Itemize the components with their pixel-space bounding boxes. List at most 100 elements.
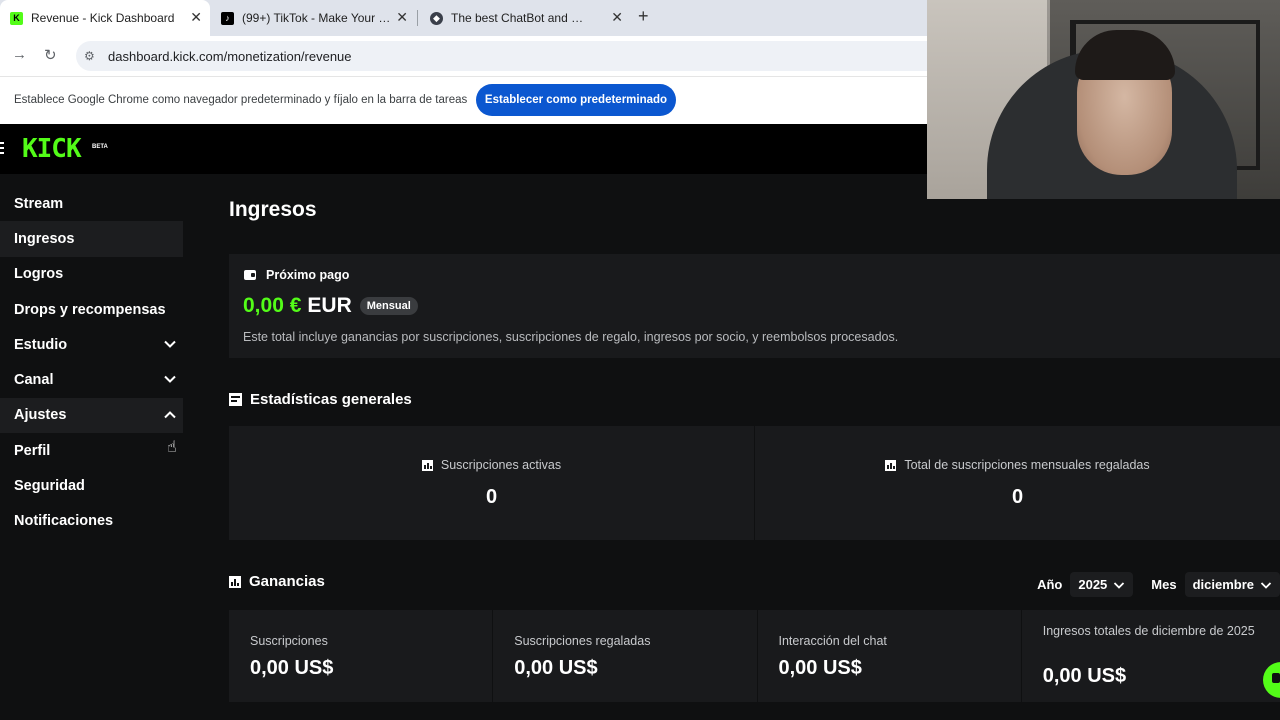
new-tab-button[interactable]: + <box>638 6 649 27</box>
tab-revenue[interactable]: K Revenue - Kick Dashboard ✕ <box>0 0 210 36</box>
omnibox[interactable]: ⚙ dashboard.kick.com/monetization/revenu… <box>76 41 927 71</box>
sidebar-item-label: Stream <box>14 195 64 212</box>
stat-value: 0 <box>485 486 498 508</box>
chevron-down-icon[interactable] <box>163 372 177 386</box>
page-title: Ingresos <box>229 198 317 221</box>
kick-logo[interactable]: KICK BETA <box>22 134 108 164</box>
month-select[interactable]: diciembre <box>1184 572 1280 597</box>
stat-active-subs: Suscripciones activas 0 <box>229 426 754 540</box>
month-label: Mes <box>1151 577 1177 592</box>
earning-value: 0,00 US$ <box>250 657 334 679</box>
top-nav: KICK BETA <box>0 124 927 174</box>
earning-total: Ingresos totales de diciembre de 2025 0,… <box>1020 610 1280 702</box>
hand-cursor-icon: ☝ <box>167 439 177 456</box>
menu-icon[interactable] <box>0 142 4 156</box>
sidebar-item-stream[interactable]: Stream <box>0 186 183 221</box>
kick-icon: K <box>10 11 23 25</box>
payout-currency: EUR <box>307 294 352 317</box>
year-select-value: 2025 <box>1078 577 1108 592</box>
tab-title: (99+) TikTok - Make Your Day <box>242 11 397 25</box>
chart-icon <box>229 575 241 588</box>
sidebar-item-label: Drops y recompensas <box>14 301 166 318</box>
sidebar-item-seguridad[interactable]: Seguridad <box>0 468 183 503</box>
stats-icon <box>229 393 242 406</box>
forward-icon[interactable]: → <box>12 46 27 63</box>
earning-chat: Interacción del chat 0,00 US$ <box>756 610 1021 702</box>
earning-label: Interacción del chat <box>778 634 887 648</box>
sidebar: Stream Ingresos Logros Drops y recompens… <box>0 186 183 539</box>
earnings-filters: Año 2025 Mes diciembre <box>1037 572 1280 597</box>
tab-chatbot[interactable]: ◆ The best ChatBot and Widgets ✕ <box>421 0 631 36</box>
chevron-down-icon <box>1260 581 1272 589</box>
infobar-message: Establece Google Chrome como navegador p… <box>14 94 468 106</box>
next-payout-card: Próximo pago 0,00 € EUR Mensual Este tot… <box>229 254 1280 358</box>
payout-amount: 0,00 € EUR Mensual <box>243 294 418 318</box>
payout-description: Este total incluye ganancias por suscrip… <box>243 330 899 344</box>
payout-heading-text: Próximo pago <box>266 268 350 282</box>
earnings-heading-text: Ganancias <box>249 573 325 590</box>
tab-tiktok[interactable]: ♪ (99+) TikTok - Make Your Day ✕ <box>212 0 416 36</box>
sidebar-item-label: Ingresos <box>14 230 75 247</box>
kick-dashboard: KICK BETA Stream Ingresos Logros Drops y… <box>0 124 1280 720</box>
address-bar: → ↻ ⚙ dashboard.kick.com/monetization/re… <box>0 36 927 76</box>
earning-gifted: Suscripciones regaladas 0,00 US$ <box>492 610 757 702</box>
sidebar-item-ajustes[interactable]: Ajustes <box>0 397 183 434</box>
botrix-icon: ◆ <box>430 11 443 25</box>
earnings-card: Suscripciones 0,00 US$ Suscripciones reg… <box>229 610 1280 702</box>
chevron-down-icon[interactable] <box>163 337 177 351</box>
sidebar-item-drops[interactable]: Drops y recompensas <box>0 292 183 327</box>
stat-value: 0 <box>1011 486 1024 508</box>
earnings-heading: Ganancias <box>229 573 325 590</box>
sidebar-item-estudio[interactable]: Estudio <box>0 327 183 362</box>
chevron-down-icon <box>1114 581 1125 589</box>
sidebar-item-label: Canal <box>14 372 54 389</box>
browser-tab-bar: K Revenue - Kick Dashboard ✕ ♪ (99+) Tik… <box>0 0 927 36</box>
tab-title: Revenue - Kick Dashboard <box>31 11 175 25</box>
sidebar-item-label: Estudio <box>14 336 68 353</box>
sidebar-item-logros[interactable]: Logros <box>0 257 183 292</box>
earning-value: 0,00 US$ <box>778 657 862 679</box>
chevron-up-icon[interactable] <box>163 408 177 422</box>
sidebar-item-label: Perfil <box>14 442 51 459</box>
stat-label: Suscripciones activas <box>440 458 562 472</box>
close-icon[interactable]: ✕ <box>611 9 623 26</box>
tiktok-icon: ♪ <box>221 11 234 25</box>
sidebar-item-perfil[interactable]: Perfil <box>0 433 183 468</box>
chart-icon <box>421 459 433 471</box>
set-default-button[interactable]: Establecer como predeterminado <box>476 84 676 116</box>
tab-separator <box>417 10 418 26</box>
close-icon[interactable]: ✕ <box>190 9 202 26</box>
site-settings-icon[interactable]: ⚙ <box>84 49 98 63</box>
stats-heading: Estadísticas generales <box>229 391 412 408</box>
sidebar-item-canal[interactable]: Canal <box>0 362 183 397</box>
payout-amount-value: 0,00 € <box>243 294 302 317</box>
sidebar-item-ingresos[interactable]: Ingresos <box>0 221 183 257</box>
earning-label: Ingresos totales de diciembre de 2025 <box>1042 624 1255 638</box>
tab-title: The best ChatBot and Widgets <box>451 11 594 25</box>
webcam-overlay <box>927 0 1280 199</box>
sidebar-item-notificaciones[interactable]: Notificaciones <box>0 504 183 539</box>
sidebar-item-label: Logros <box>14 266 64 283</box>
wallet-icon <box>244 270 256 280</box>
sidebar-item-label: Notificaciones <box>14 513 114 530</box>
sidebar-item-label: Seguridad <box>14 478 85 495</box>
reload-icon[interactable]: ↻ <box>44 46 57 64</box>
month-select-value: diciembre <box>1192 577 1254 592</box>
earning-value: 0,00 US$ <box>1042 665 1127 687</box>
earning-label: Suscripciones <box>250 634 328 648</box>
stat-label: Total de suscripciones mensuales regalad… <box>904 458 1150 472</box>
earning-value: 0,00 US$ <box>514 657 598 679</box>
logo-text: KICK <box>22 134 82 164</box>
earning-label: Suscripciones regaladas <box>514 634 651 648</box>
url-text[interactable]: dashboard.kick.com/monetization/revenue <box>108 49 352 64</box>
stats-card: Suscripciones activas 0 Total de suscrip… <box>229 426 1280 540</box>
stat-gifted-subs: Total de suscripciones mensuales regalad… <box>754 426 1280 540</box>
close-icon[interactable]: ✕ <box>396 9 408 26</box>
earning-subscriptions: Suscripciones 0,00 US$ <box>229 610 493 702</box>
stats-heading-text: Estadísticas generales <box>250 391 412 408</box>
sidebar-item-label: Ajustes <box>14 407 67 424</box>
payout-heading: Próximo pago <box>244 268 349 282</box>
default-browser-infobar: Establece Google Chrome como navegador p… <box>0 76 927 124</box>
year-label: Año <box>1037 577 1063 592</box>
year-select[interactable]: 2025 <box>1070 572 1134 597</box>
